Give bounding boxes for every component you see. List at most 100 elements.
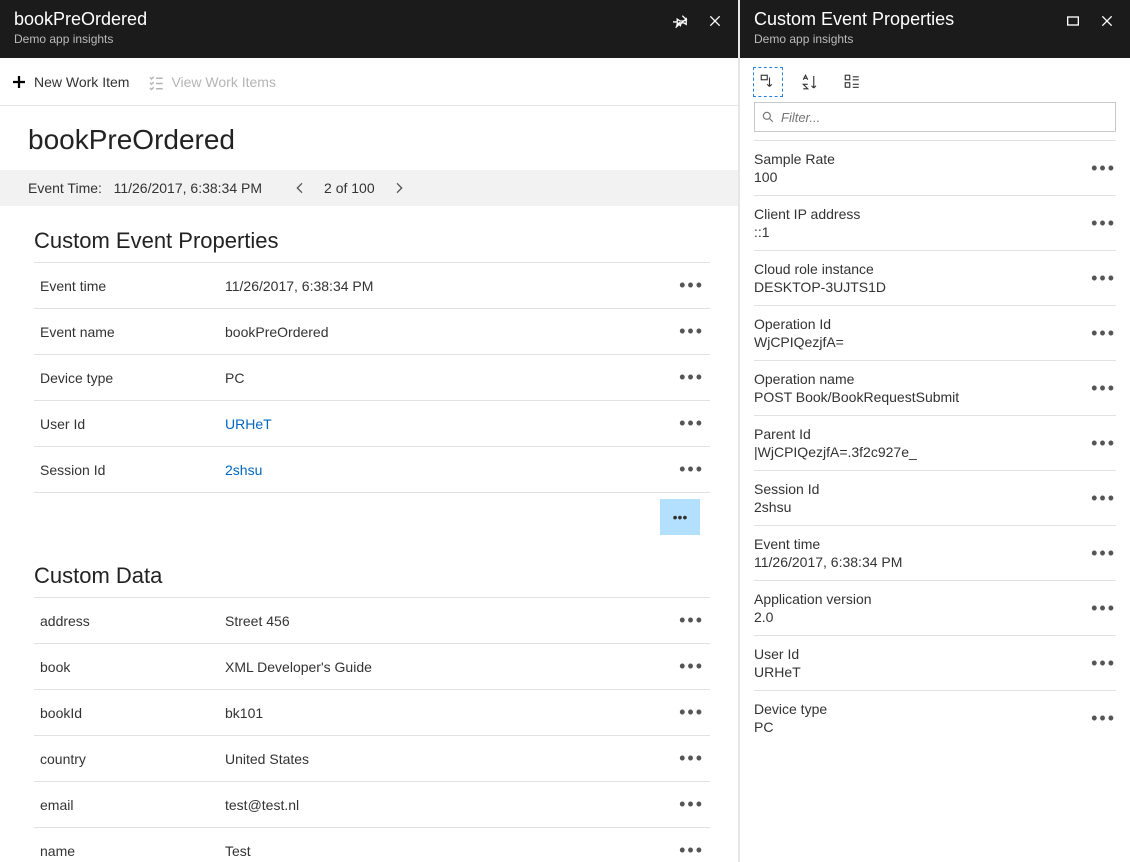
row-actions-icon[interactable]: ••• [679,656,704,676]
row-actions-icon[interactable]: ••• [679,459,704,479]
property-value: Test [219,828,660,862]
property-value-link[interactable]: URHeT [219,401,660,447]
left-scroll-area[interactable]: bookPreOrdered Event Time: 11/26/2017, 6… [0,106,738,862]
search-icon [761,110,775,124]
property-key: address [34,598,219,644]
property-key: email [34,782,219,828]
property-key: User Id [754,646,1091,662]
detail-pane: bookPreOrdered Demo app insights New Wor… [0,0,740,862]
view-work-items-label: View Work Items [171,74,276,90]
property-key: Event name [34,309,219,355]
row-actions-icon[interactable]: ••• [1091,213,1116,234]
new-work-item-label: New Work Item [34,74,129,90]
row-actions-icon[interactable]: ••• [1091,158,1116,179]
close-icon[interactable] [706,12,724,30]
row-actions-icon[interactable]: ••• [679,275,704,295]
left-header-subtitle: Demo app insights [14,32,147,46]
property-value: test@test.nl [219,782,660,828]
row-actions-icon[interactable]: ••• [1091,598,1116,619]
property-value: bookPreOrdered [219,309,660,355]
property-value: 100 [754,169,1091,185]
property-row: nameTest••• [34,828,710,862]
left-header: bookPreOrdered Demo app insights [0,0,738,58]
row-actions-icon[interactable]: ••• [679,840,704,860]
close-icon[interactable] [1098,12,1116,30]
property-row: Application version 2.0••• [754,580,1116,635]
row-actions-icon[interactable]: ••• [679,702,704,722]
section-title: Custom Event Properties [34,228,710,254]
pin-icon[interactable] [672,12,690,30]
pager-text: 2 of 100 [324,180,375,196]
row-actions-icon[interactable]: ••• [1091,543,1116,564]
property-value: 11/26/2017, 6:38:34 PM [219,263,660,309]
property-key: Application version [754,591,1091,607]
property-value: Street 456 [219,598,660,644]
property-value: PC [219,355,660,401]
property-value: WjCPIQezjfA= [754,334,1091,350]
property-key: Parent Id [754,426,1091,442]
row-actions-icon[interactable]: ••• [679,413,704,433]
row-actions-icon[interactable]: ••• [1091,708,1116,729]
property-row: countryUnited States••• [34,736,710,782]
property-row: User Id URHeT••• [754,635,1116,690]
page-title: bookPreOrdered [0,106,738,170]
property-row: Event namebookPreOrdered ••• [34,309,710,355]
property-row: bookXML Developer's Guide ••• [34,644,710,690]
row-actions-icon[interactable]: ••• [679,748,704,768]
property-row: Operation name POST Book/BookRequestSubmi… [754,360,1116,415]
maximize-icon[interactable] [1064,12,1082,30]
property-row: bookIdbk101••• [34,690,710,736]
property-key: Session Id [34,447,219,493]
property-value: |WjCPIQezjfA=.3f2c927e_ [754,444,1091,460]
sort-default-icon[interactable] [754,68,782,96]
property-row: Session Id 2shsu••• [754,470,1116,525]
property-key: Event time [754,536,1091,552]
view-work-items-button: View Work Items [147,73,276,91]
property-key: Session Id [754,481,1091,497]
property-key: Operation name [754,371,1091,387]
property-value: 2.0 [754,609,1091,625]
property-value: XML Developer's Guide [219,644,660,690]
row-actions-icon[interactable]: ••• [679,367,704,387]
right-header-subtitle: Demo app insights [754,32,954,46]
row-actions-icon[interactable]: ••• [679,321,704,341]
property-value: ::1 [754,224,1091,240]
property-value: United States [219,736,660,782]
filter-input[interactable] [781,110,1109,125]
sort-alpha-icon[interactable] [796,68,824,96]
filter-box[interactable] [754,102,1116,132]
property-key: Event time [34,263,219,309]
property-row: addressStreet 456 ••• [34,598,710,644]
row-actions-icon[interactable]: ••• [1091,433,1116,454]
property-row: User IdURHeT ••• [34,401,710,447]
property-row: Cloud role instanceDESKTOP-3UJTS1D••• [754,250,1116,305]
chevron-left-icon[interactable] [292,180,308,196]
property-key: book [34,644,219,690]
property-value: 2shsu [754,499,1091,515]
group-icon[interactable] [838,68,866,96]
row-actions-icon[interactable]: ••• [1091,378,1116,399]
row-actions-icon[interactable]: ••• [679,794,704,814]
property-row: emailtest@test.nl ••• [34,782,710,828]
property-row: Sample Rate100••• [754,140,1116,195]
row-actions-icon[interactable]: ••• [1091,323,1116,344]
section-actions-icon[interactable]: ••• [660,499,700,535]
property-value-link[interactable]: 2shsu [219,447,660,493]
new-work-item-button[interactable]: New Work Item [10,73,129,91]
property-key: User Id [34,401,219,447]
property-key: Device type [754,701,1091,717]
event-time-value: 11/26/2017, 6:38:34 PM [114,180,262,196]
row-actions-icon[interactable]: ••• [1091,488,1116,509]
row-actions-icon[interactable]: ••• [1091,653,1116,674]
row-actions-icon[interactable]: ••• [1091,268,1116,289]
property-row: Device typePC••• [754,690,1116,745]
property-key: Cloud role instance [754,261,1091,277]
right-scroll-area[interactable]: Sample Rate100•••Client IP address::1•••… [740,140,1130,862]
chevron-right-icon[interactable] [391,180,407,196]
property-value: POST Book/BookRequestSubmit [754,389,1091,405]
property-value: URHeT [754,664,1091,680]
right-header: Custom Event Properties Demo app insight… [740,0,1130,58]
row-actions-icon[interactable]: ••• [679,610,704,630]
property-value: 11/26/2017, 6:38:34 PM [754,554,1091,570]
event-time-nav: Event Time: 11/26/2017, 6:38:34 PM 2 of … [0,170,738,206]
